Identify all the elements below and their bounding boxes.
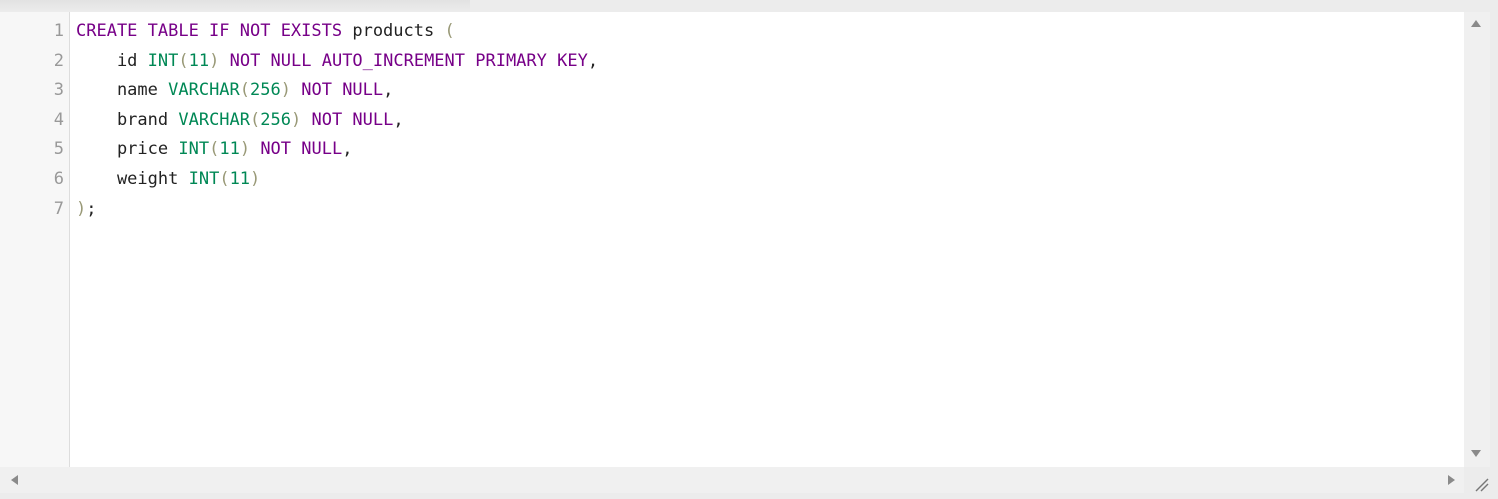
code-token: ) bbox=[290, 109, 302, 130]
code-token: , bbox=[383, 80, 394, 101]
code-token: products bbox=[342, 21, 445, 41]
code-token: VARCHAR bbox=[168, 80, 240, 101]
line-number: 5 bbox=[53, 139, 64, 160]
code-token: NOT NULL bbox=[301, 80, 384, 101]
code-token: ( bbox=[239, 80, 251, 101]
line-number: 7 bbox=[53, 198, 64, 219]
code-token: CREATE TABLE IF NOT EXISTS bbox=[76, 21, 343, 41]
code-token: weight bbox=[76, 168, 189, 189]
vertical-scrollbar[interactable] bbox=[1464, 12, 1490, 467]
code-token: , bbox=[587, 50, 599, 71]
code-area[interactable]: CREATE TABLE IF NOT EXISTS products ( id… bbox=[76, 17, 598, 224]
code-line[interactable]: ); bbox=[76, 195, 598, 225]
arrow-up-icon[interactable] bbox=[1471, 20, 1481, 27]
code-token: INT bbox=[178, 139, 210, 160]
line-number: 4 bbox=[53, 109, 64, 130]
code-token: , bbox=[342, 139, 353, 160]
code-token: ; bbox=[86, 198, 97, 219]
line-number: 6 bbox=[53, 169, 64, 189]
code-token: VARCHAR bbox=[178, 109, 251, 130]
code-token: name bbox=[76, 80, 169, 101]
top-shadow bbox=[0, 0, 470, 12]
code-token: NOT NULL bbox=[311, 109, 394, 130]
code-token: ( bbox=[178, 50, 189, 71]
code-line[interactable]: weight INT(11) bbox=[76, 165, 598, 195]
line-number-gutter: 1 2 3 4 5 6 7 bbox=[0, 12, 70, 467]
code-token: ) bbox=[239, 139, 251, 160]
code-token: ) bbox=[250, 168, 261, 189]
code-token: ) bbox=[76, 198, 87, 219]
code-line[interactable]: id INT(11) NOT NULL AUTO_INCREMENT PRIMA… bbox=[76, 47, 598, 77]
code-token: , bbox=[393, 109, 404, 130]
code-token: 256 bbox=[260, 109, 291, 130]
code-token: brand bbox=[76, 109, 179, 130]
code-token: INT bbox=[188, 168, 220, 189]
code-token: ) bbox=[280, 80, 291, 101]
arrow-right-icon[interactable] bbox=[1448, 475, 1455, 485]
code-token: INT bbox=[147, 50, 179, 71]
code-token: ) bbox=[209, 50, 220, 71]
code-token: 256 bbox=[250, 80, 281, 101]
arrow-left-icon[interactable] bbox=[11, 475, 18, 485]
code-token: ( bbox=[250, 109, 261, 130]
code-line[interactable]: CREATE TABLE IF NOT EXISTS products ( bbox=[76, 17, 598, 47]
code-line[interactable]: price INT(11) NOT NULL, bbox=[76, 135, 598, 165]
code-token: price bbox=[76, 139, 179, 160]
horizontal-scrollbar[interactable] bbox=[0, 467, 1464, 493]
code-token: id bbox=[76, 50, 148, 71]
line-number: 1 bbox=[53, 21, 64, 41]
editor-viewport[interactable]: 1 2 3 4 5 6 7 CREATE TABLE IF NOT EXISTS produ… bbox=[0, 12, 1464, 467]
resize-grip-icon[interactable] bbox=[1472, 475, 1490, 493]
line-number: 2 bbox=[53, 50, 64, 71]
code-token: 11 bbox=[188, 50, 210, 71]
code-token: ( bbox=[209, 139, 220, 160]
code-token: NOT NULL bbox=[260, 139, 343, 160]
arrow-down-icon[interactable] bbox=[1471, 450, 1481, 457]
line-number: 3 bbox=[53, 80, 64, 101]
code-token: ( bbox=[444, 21, 455, 41]
code-token: NOT NULL AUTO_INCREMENT PRIMARY KEY bbox=[229, 50, 588, 71]
sql-code-editor[interactable]: 1 2 3 4 5 6 7 CREATE TABLE IF NOT EXISTS produ… bbox=[0, 0, 1498, 499]
code-token: 11 bbox=[219, 139, 240, 160]
code-line[interactable]: name VARCHAR(256) NOT NULL, bbox=[76, 76, 598, 106]
code-token: ( bbox=[219, 168, 230, 189]
code-token: 11 bbox=[229, 168, 251, 189]
code-line[interactable]: brand VARCHAR(256) NOT NULL, bbox=[76, 106, 598, 136]
